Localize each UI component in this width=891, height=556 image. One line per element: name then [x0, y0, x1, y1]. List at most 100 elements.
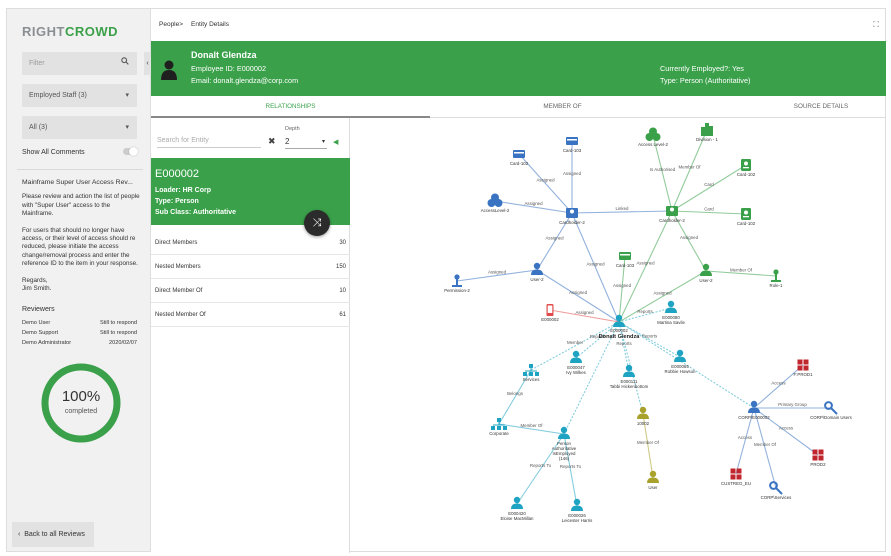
reviewers-title: Reviewers	[22, 306, 55, 313]
person-icon	[665, 300, 677, 313]
person-icon	[531, 262, 543, 275]
progress-percent: 100%	[61, 388, 101, 405]
depth-label: Depth	[285, 126, 300, 132]
graph-node-martina[interactable]: E000080Martina Savile	[657, 300, 685, 325]
fullscreen-icon[interactable]: ⛶	[873, 20, 879, 30]
graph-edge-label: Card	[704, 207, 714, 212]
graph-node-user2b[interactable]: User-2	[699, 263, 713, 283]
graph-node-accesslevel2a[interactable]: Access Level-2	[638, 127, 668, 148]
graph-edge	[671, 129, 708, 212]
review-title: Mainframe Super User Access Rev...	[22, 179, 133, 186]
graph-node-label: CUSTREG_EU	[721, 481, 751, 486]
graph-node-card103a[interactable]: Card-103	[563, 137, 582, 153]
graph-node-label: Robbie Howson	[665, 369, 697, 374]
graph-node-tabbi[interactable]: E000111Tabbi Hickenbottom	[610, 364, 649, 389]
graph-node-prod1[interactable]: F:PROD1	[793, 359, 813, 378]
graph-node-division1[interactable]: Division - 1	[696, 123, 718, 142]
card-icon	[566, 137, 578, 145]
graph-edge-label: Reports	[637, 309, 653, 314]
graph-node-userolive[interactable]: User	[647, 470, 659, 490]
relationship-graph[interactable]: Assigned Assigned Assigned Linked Is Authori…	[351, 118, 886, 553]
graph-edge-label: Is Authorised	[650, 167, 676, 172]
graph-edge-label: Member Of	[754, 442, 777, 447]
graph-node-label: User-2	[530, 277, 544, 282]
graph-node-card103b[interactable]: Card-103	[616, 252, 635, 268]
stat-row[interactable]: Direct Members 30	[151, 231, 350, 255]
collapse-panel-icon[interactable]: ◀	[333, 138, 338, 146]
tab-member-of[interactable]: MEMBER OF	[430, 96, 695, 118]
graph-node-persontype[interactable]: PersonAuthoritativeIsEmployed(146)	[552, 426, 577, 461]
graph-node-cardholder2a[interactable]: Cardholder-2	[559, 208, 585, 225]
graph-node-custreg[interactable]: CUSTREG_EU	[721, 468, 751, 487]
graph-edge	[571, 210, 673, 214]
graph-node-n10002[interactable]: 10002	[637, 406, 650, 426]
graph-node-leicester[interactable]: E000026Leicester Harris	[562, 498, 594, 523]
depth-select[interactable]: 2 ▾	[285, 137, 327, 149]
graph-edge-label: Assigned	[680, 235, 699, 240]
group-icon	[487, 193, 503, 207]
stat-row[interactable]: Nested Member Of 61	[151, 303, 350, 327]
graph-node-corpe[interactable]: CORP\E000002	[738, 400, 770, 420]
graph-node-accesslevel2b[interactable]: AccessLevel-2	[481, 193, 510, 214]
graph-node-label: AccessLevel-2	[481, 208, 510, 213]
graph-node-label: Role-1	[770, 283, 783, 288]
filter-input[interactable]: Filter	[22, 52, 137, 75]
graph-edge-label: Reports To	[530, 463, 552, 468]
tab-source-details[interactable]: SOURCE DETAILS	[761, 96, 881, 118]
graph-node-user2a[interactable]: User-2	[530, 262, 544, 282]
graph-node-label: Ivy Wilkes	[566, 370, 587, 375]
show-comments-toggle[interactable]	[123, 147, 138, 156]
collapse-sidebar-button[interactable]: ‹	[144, 52, 151, 75]
graph-edge-label: Assigned	[563, 171, 582, 176]
clear-search-icon[interactable]: ✖	[268, 136, 276, 147]
graph-node-robbie[interactable]: E000065Robbie Howson	[665, 349, 697, 374]
graph-node-card102a[interactable]: Card-102	[510, 150, 529, 166]
graph-node-corporate[interactable]: Corporate	[489, 418, 509, 436]
org-icon	[523, 364, 539, 376]
graph-node-center[interactable]: E000002Donalt Glendza	[599, 314, 641, 340]
entity-type: Type: Person (Authoritative)	[660, 76, 751, 85]
graph-edge-label: Member Of	[521, 423, 544, 428]
graph-edge-label: Assigned	[569, 290, 588, 295]
reviewer-row: Demo Administrator 2020/02/07	[22, 340, 137, 346]
graph-node-label: Corporate	[489, 431, 509, 436]
tab-relationships[interactable]: RELATIONSHIPS	[151, 96, 430, 118]
graph-node-eloise[interactable]: E000420Eloise MacMillan	[501, 496, 534, 521]
graph-node-sublabel: E000002	[610, 328, 628, 333]
graph-node-card102b[interactable]: Card-102	[737, 159, 756, 177]
graph-node-corpservices[interactable]: CORP\Services	[761, 481, 793, 500]
graph-node-label: Permission-2	[444, 288, 470, 293]
stat-row[interactable]: Nested Members 150	[151, 255, 350, 279]
graph-edge-label: Assigned	[545, 236, 564, 241]
phone-icon	[546, 304, 554, 316]
employee-email: Email: donalt.glendza@corp.com	[191, 76, 299, 85]
graph-node-card102c[interactable]: Card-102	[737, 208, 756, 226]
staff-select[interactable]: Employed Staff (3) ▾	[22, 84, 137, 107]
app-frame: RIGHTCROWD Filter ‹ Employed Staff (3) ▾ …	[6, 8, 886, 553]
scope-select[interactable]: All (3) ▾	[22, 116, 137, 139]
graph-node-label: Tabbi Hickenbottom	[610, 384, 649, 389]
entity-name: Donalt Glendza	[191, 50, 257, 60]
graph-edge-label: Member Of	[679, 165, 702, 170]
back-to-reviews-button[interactable]: ‹ Back to all Reviews	[12, 522, 94, 547]
card-icon	[513, 150, 525, 158]
breadcrumb-people-link[interactable]: People>	[159, 21, 183, 28]
graph-node-prod2[interactable]: PROD2	[810, 449, 826, 468]
graph-node-label: Cardholder-2	[559, 220, 585, 225]
graph-edge-label: Member	[567, 340, 584, 345]
graph-edge-label: Assigned	[636, 261, 655, 266]
graph-node-label: Card-103	[616, 263, 635, 268]
graph-node-domusers[interactable]: CORP\Domain Users	[810, 401, 853, 420]
stat-row[interactable]: Direct Member Of 10	[151, 279, 350, 303]
graph-node-cardholder2b[interactable]: Cardholder-2	[659, 206, 685, 223]
graph-node-ivy[interactable]: E000047Ivy Wilkes	[566, 350, 587, 375]
review-sidebar: RIGHTCROWD Filter ‹ Employed Staff (3) ▾ …	[7, 9, 151, 551]
graph-edge-label: Access	[779, 426, 794, 431]
graph-node-role1[interactable]: Role-1	[770, 269, 783, 288]
person-icon	[570, 350, 582, 363]
person-icon	[700, 263, 712, 276]
graph-node-permission2[interactable]: Permission-2	[444, 274, 470, 293]
shuffle-icon: ⤨	[312, 217, 322, 229]
entity-search-input[interactable]: Search for Entity	[157, 137, 261, 148]
graph-node-phone[interactable]: E000002	[541, 304, 559, 322]
